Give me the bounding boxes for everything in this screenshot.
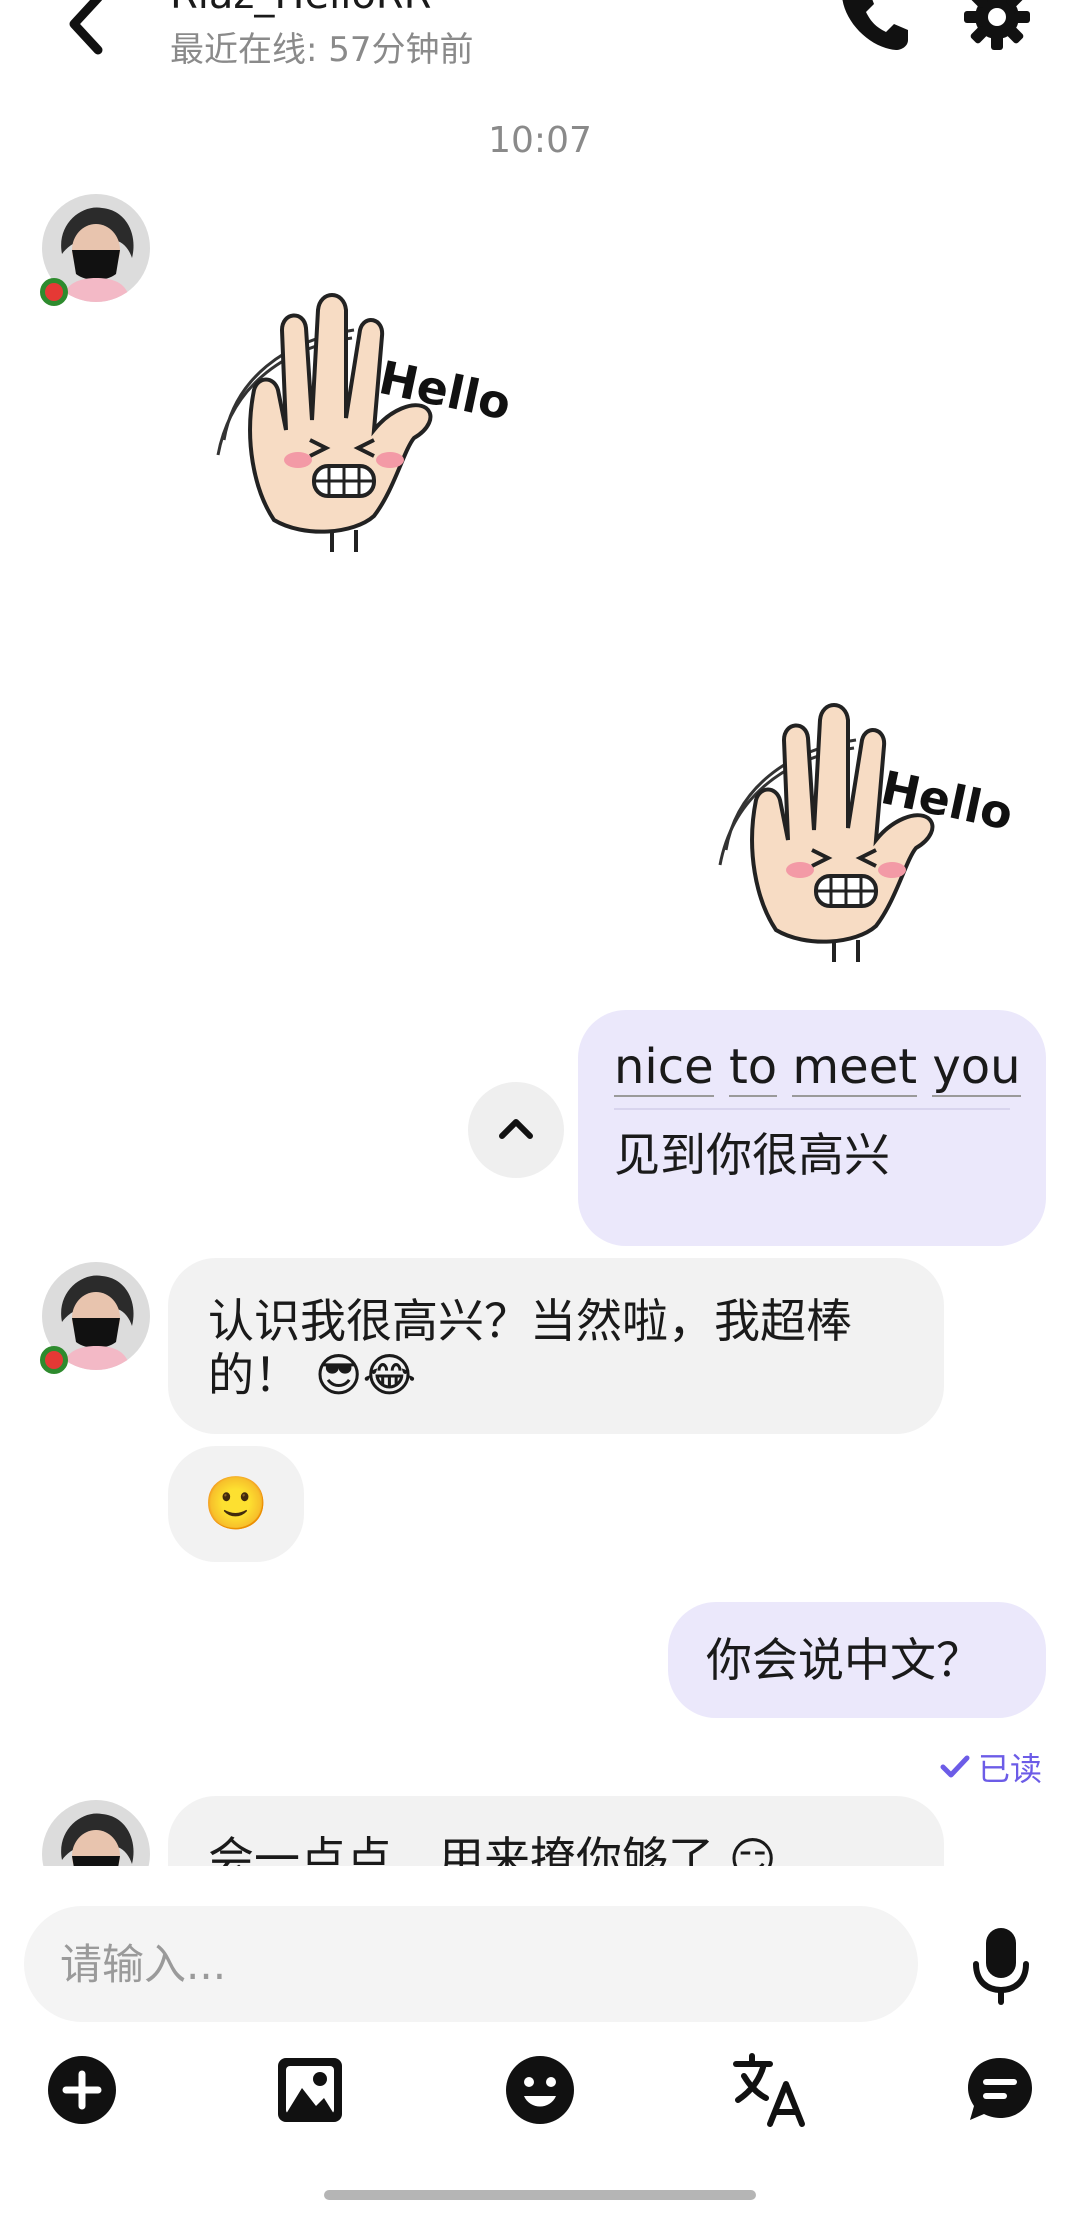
waving-hand-sticker-image: Hello [718,703,1018,962]
chevron-up-icon [499,1119,533,1139]
word[interactable]: to [728,1039,778,1097]
hello-sticker-outgoing[interactable]: Hello [716,700,1018,984]
original-message-text: nice to meet you [614,1039,1021,1097]
chat-header: Riaz_HelloRR 最近在线: 57分钟前 [0,0,1080,80]
gear-icon [964,0,1030,50]
translation-divider [614,1108,1010,1110]
back-button[interactable] [58,0,118,60]
message-timestamp: 10:07 [488,120,592,161]
composer-bar [0,1866,1080,2217]
read-receipt: 已读 [940,1744,1042,1790]
contact-avatar[interactable] [40,1262,150,1374]
phone-icon [842,0,908,50]
chat-screen: Riaz_HelloRR 最近在线: 57分钟前 [0,0,1080,2217]
translate-button[interactable] [730,2050,810,2130]
outgoing-message-translated[interactable]: nice to meet you 见到你很高兴 [578,1010,1046,1246]
image-picker-button[interactable] [270,2050,350,2130]
incoming-message[interactable]: 认识我很高兴？当然啦，我超棒的！ 😎😂 [168,1258,944,1434]
microphone-icon [973,1928,1029,2005]
word[interactable]: nice [614,1039,714,1097]
voice-input-button[interactable] [966,1926,1036,2006]
collapse-translation-button[interactable] [468,1082,564,1178]
incoming-message[interactable]: 🙂 [168,1446,304,1562]
checkmark-icon [940,1755,970,1778]
contact-name[interactable]: Riaz_HelloRR [170,0,431,18]
outgoing-message[interactable]: 你会说中文？ [668,1602,1046,1718]
add-attachment-button[interactable] [42,2050,122,2130]
emoji-button[interactable] [500,2050,580,2130]
translate-icon [733,2053,805,2127]
quick-reply-button[interactable] [960,2050,1040,2130]
message-input[interactable] [24,1906,918,2022]
image-icon [278,2058,342,2122]
online-indicator [40,278,68,306]
online-indicator [40,1346,68,1374]
waving-hand-sticker-image: Hello [216,293,516,552]
plus-circle-icon [48,2056,116,2124]
word[interactable]: you [932,1039,1021,1097]
translation-text: 见到你很高兴 [614,1128,890,1182]
chevron-left-icon [69,0,103,55]
settings-button[interactable] [962,0,1032,52]
last-seen-status: 最近在线: 57分钟前 [170,30,474,70]
word[interactable]: meet [792,1039,918,1097]
contact-avatar[interactable] [40,194,150,306]
call-button[interactable] [840,0,910,52]
read-status-label: 已读 [978,1750,1043,1788]
smiley-icon [506,2056,574,2124]
hello-sticker-incoming[interactable]: Hello [214,290,516,574]
home-indicator[interactable] [324,2190,756,2200]
chat-bubble-icon [968,2058,1032,2120]
